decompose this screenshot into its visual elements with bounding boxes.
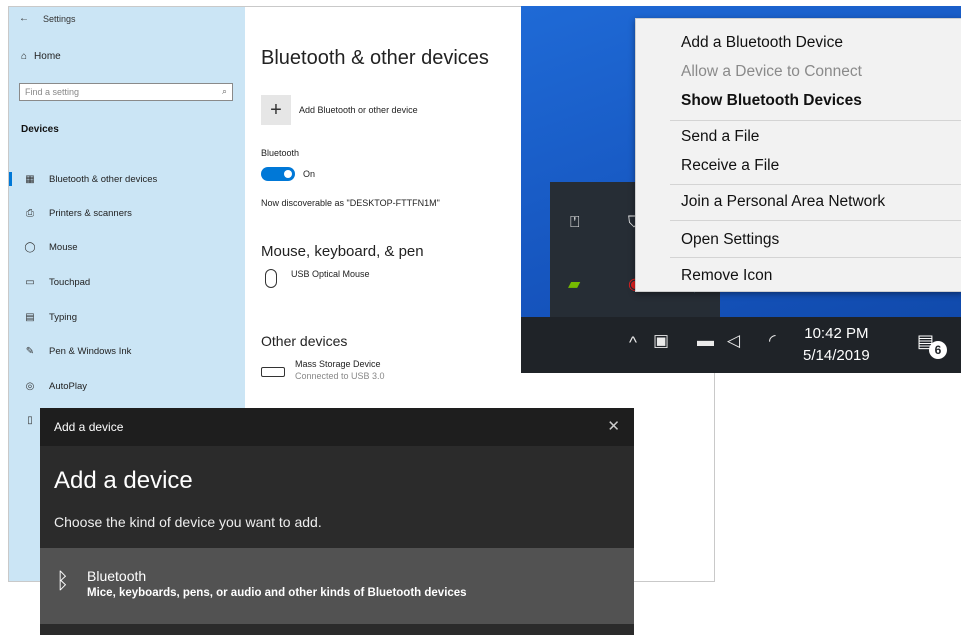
autoplay-icon: ◎ (25, 380, 35, 392)
storage-device-icon (261, 367, 285, 377)
dialog-heading: Add a device (54, 467, 193, 494)
sidebar-group-heading: Devices (21, 124, 59, 135)
dialog-titlebar: Add a device ✕ (40, 408, 634, 446)
action-center-button[interactable]: ▤ 6 (917, 331, 947, 359)
add-device-dialog: Add a device ✕ Add a device Choose the k… (40, 408, 634, 635)
section-heading-mouse: Mouse, keyboard, & pen (261, 243, 424, 260)
sidebar-item-label: Mouse (49, 241, 78, 253)
chevron-up-icon[interactable]: ^ (629, 333, 637, 353)
toggle-switch-icon (261, 167, 295, 181)
mouse-device-item[interactable]: USB Optical Mouse (261, 269, 370, 288)
dialog-window-title: Add a device (54, 420, 124, 434)
clock-date: 5/14/2019 (803, 347, 870, 364)
bluetooth-state: On (303, 169, 316, 179)
sidebar-item-label: AutoPlay (49, 380, 88, 392)
dialog-subtitle: Choose the kind of device you want to ad… (54, 514, 322, 530)
clock-time: 10:42 PM (804, 325, 869, 342)
desktop-tray-screenshot: ⍞ ⛉ ▰ ◉ ᛒ Add a Bluetooth Device Allow a… (521, 6, 961, 373)
notification-count-badge: 6 (929, 341, 947, 359)
menu-item-join-pan[interactable]: Join a Personal Area Network (681, 193, 885, 211)
menu-item-add-bluetooth-device[interactable]: Add a Bluetooth Device (681, 34, 843, 52)
menu-item-receive-file[interactable]: Receive a File (681, 157, 779, 175)
menu-separator (670, 184, 961, 185)
sidebar-item-autoplay[interactable]: ◎ AutoPlay (9, 369, 245, 403)
close-icon[interactable]: ✕ (607, 417, 620, 435)
bluetooth-label: Bluetooth (261, 148, 300, 158)
nvidia-icon[interactable]: ▰ (568, 274, 580, 294)
other-device-name: Mass Storage Device (295, 359, 381, 369)
sidebar-item-label: Typing (49, 311, 77, 323)
search-input[interactable]: Find a setting ⌕ (19, 83, 233, 101)
add-device-label: Add Bluetooth or other device (299, 105, 418, 115)
sidebar-item-mouse[interactable]: ◯ Mouse (9, 230, 245, 264)
menu-item-remove-icon[interactable]: Remove Icon (681, 267, 772, 285)
usb-drive-icon[interactable]: ⍞ (570, 214, 580, 232)
settings-titlebar: ← Settings (9, 7, 245, 31)
security-center-icon[interactable]: ▣ (653, 331, 669, 351)
sidebar-item-label: Printers & scanners (49, 207, 132, 219)
menu-item-open-settings[interactable]: Open Settings (681, 231, 779, 249)
printer-icon: ⎙ (26, 207, 34, 219)
mouse-icon: ◯ (24, 241, 36, 253)
touchpad-icon: ▭ (25, 276, 35, 288)
section-heading-other: Other devices (261, 333, 348, 349)
menu-item-send-file[interactable]: Send a File (681, 128, 759, 146)
bluetooth-option[interactable]: ᛒ Bluetooth Mice, keyboards, pens, or au… (40, 548, 634, 624)
usb-icon: ▯ (27, 414, 33, 426)
back-arrow-icon[interactable]: ← (19, 13, 29, 24)
pen-icon: ✎ (25, 345, 35, 357)
volume-icon[interactable]: ◁ (727, 331, 740, 351)
keyboard-icon: ▤ (25, 311, 35, 323)
plus-icon: + (261, 95, 291, 125)
menu-separator (670, 257, 961, 258)
sidebar-item-touchpad[interactable]: ▭ Touchpad (9, 265, 245, 299)
bluetooth-toggle[interactable]: On (261, 167, 315, 181)
sidebar-item-typing[interactable]: ▤ Typing (9, 300, 245, 334)
home-label: Home (34, 51, 61, 62)
bluetooth-icon: ᛒ (56, 568, 70, 593)
home-link[interactable]: ⌂ Home (21, 51, 61, 62)
bluetooth-context-menu: Add a Bluetooth Device Allow a Device to… (635, 18, 961, 292)
home-icon: ⌂ (21, 51, 28, 62)
sidebar-item-label: Touchpad (49, 276, 91, 288)
sidebar-item-printers[interactable]: ⎙ Printers & scanners (9, 196, 245, 230)
mouse-icon (265, 269, 277, 288)
battery-icon[interactable]: ▬ (697, 331, 714, 351)
menu-item-show-devices[interactable]: Show Bluetooth Devices (681, 92, 862, 110)
search-icon: ⌕ (221, 86, 227, 96)
mouse-device-name: USB Optical Mouse (291, 269, 370, 279)
sidebar-item-pen[interactable]: ✎ Pen & Windows Ink (9, 334, 245, 368)
sidebar-item-bluetooth[interactable]: ▦ Bluetooth & other devices (9, 162, 245, 196)
taskbar: ^ ▣ ▬ ◁ ◜ 10:42 PM 5/14/2019 ▤ 6 (521, 317, 961, 373)
add-device-button[interactable]: + Add Bluetooth or other device (261, 95, 418, 125)
menu-item-allow-device: Allow a Device to Connect (681, 63, 862, 80)
bluetooth-devices-icon: ▦ (25, 173, 35, 185)
option-name: Bluetooth (87, 568, 147, 584)
system-clock[interactable]: 10:42 PM 5/14/2019 (803, 323, 870, 367)
option-description: Mice, keyboards, pens, or audio and othe… (87, 587, 467, 599)
sidebar-item-label: Pen & Windows Ink (49, 345, 132, 357)
menu-separator (670, 220, 961, 221)
search-placeholder: Find a setting (25, 87, 80, 97)
other-device-status: Connected to USB 3.0 (295, 371, 385, 381)
menu-separator (670, 120, 961, 121)
other-device-item[interactable]: Mass Storage Device Connected to USB 3.0 (261, 359, 385, 381)
wifi-icon[interactable]: ◜ (769, 331, 776, 351)
discoverable-text: Now discoverable as "DESKTOP-FTTFN1M" (261, 198, 440, 208)
page-title: Bluetooth & other devices (261, 47, 489, 69)
sidebar-item-label: Bluetooth & other devices (49, 173, 158, 185)
settings-window-title: Settings (43, 14, 76, 24)
